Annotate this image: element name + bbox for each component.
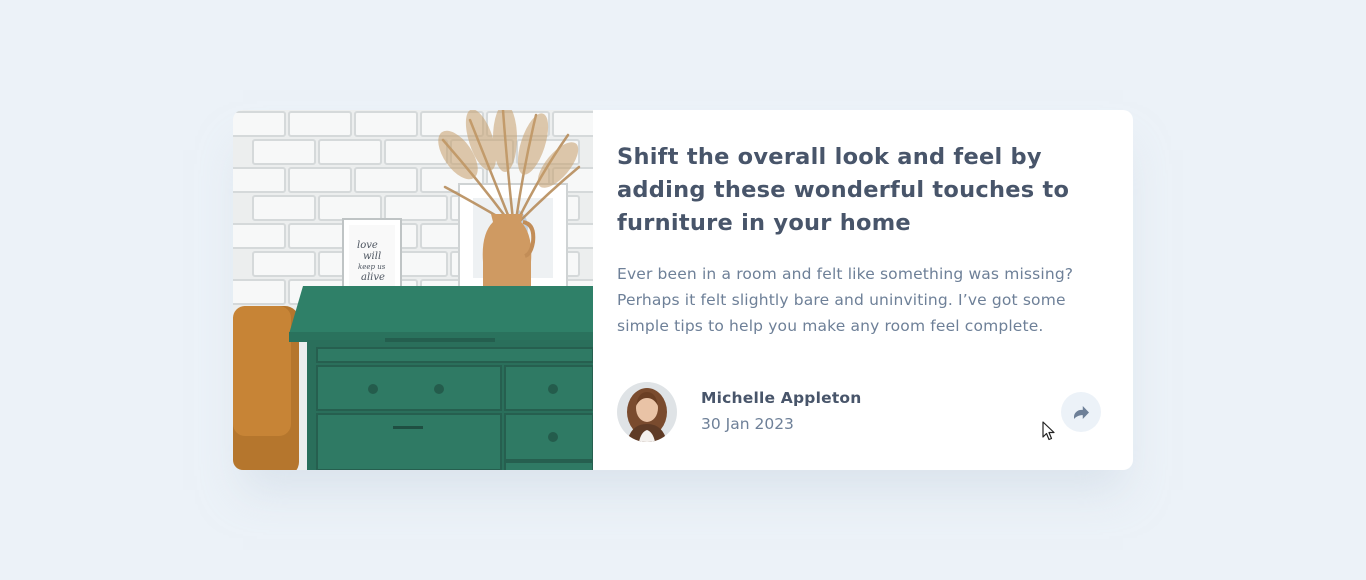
- article-title: Shift the overall look and feel by addin…: [617, 144, 1070, 236]
- frame-text-line: alive: [361, 272, 385, 283]
- drawers-illustration: love will keep us alive: [233, 110, 593, 470]
- mouse-cursor-icon: [1042, 421, 1055, 441]
- frame-text-line: will: [363, 251, 381, 262]
- author-bar: Michelle Appleton 30 Jan 2023: [617, 381, 1101, 443]
- drawers-image: love will keep us alive: [233, 110, 593, 470]
- share-icon: [1073, 405, 1089, 419]
- author-name: Michelle Appleton: [701, 389, 862, 407]
- publish-date: 30 Jan 2023: [701, 415, 794, 433]
- share-button[interactable]: [1061, 392, 1101, 432]
- article-content: Shift the overall look and feel by addin…: [593, 110, 1133, 470]
- author-avatar: [617, 382, 677, 442]
- avatar-portrait: [617, 382, 677, 442]
- frame-text-line: keep us: [358, 263, 386, 271]
- article-preview-card: love will keep us alive Shift the overal…: [233, 110, 1133, 470]
- frame-text-line: love: [357, 240, 378, 251]
- article-excerpt: Ever been in a room and felt like someth…: [617, 265, 1074, 335]
